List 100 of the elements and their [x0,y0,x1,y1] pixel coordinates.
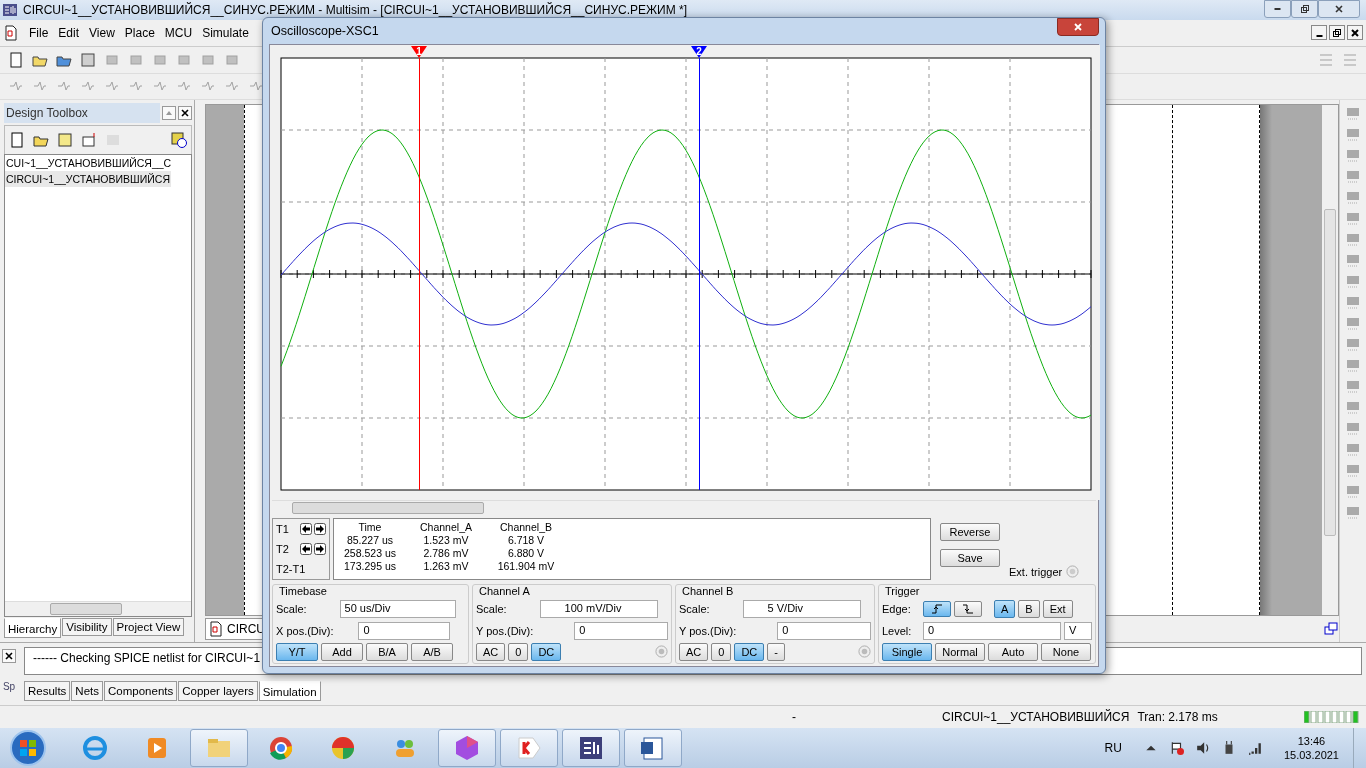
scale-field[interactable]: 5 V/Div [742,600,861,619]
menu-item[interactable]: Edit [58,25,80,40]
instrument-icon[interactable] [1345,484,1361,501]
panel-tab[interactable]: Results [24,680,71,701]
position-field[interactable]: 0 [777,621,871,640]
position-field[interactable]: 0 [574,621,668,640]
source-button[interactable]: A [994,600,1016,619]
taskbar-app-button[interactable] [438,729,496,767]
coupling-button[interactable]: 0 [508,643,529,661]
close-button[interactable] [1347,25,1363,41]
restore-button[interactable] [1291,0,1318,18]
falling-edge-button[interactable] [954,601,982,618]
flag-icon[interactable] [1169,741,1184,755]
instrument-icon[interactable] [1345,232,1361,249]
instrument-icon[interactable] [1345,169,1361,186]
coupling-button[interactable]: DC [531,643,562,661]
mode-button[interactable]: None [1041,643,1091,661]
mode-button[interactable]: B/A [366,643,408,661]
window-icon[interactable] [81,132,97,149]
instrument-icon[interactable] [1345,463,1361,480]
minimize-button[interactable] [1311,25,1327,41]
horizontal-scrollbar[interactable] [5,600,191,616]
tree-item[interactable]: CUI~1__УСТАНОВИВШИЙСЯ__С [5,155,173,172]
align-icon[interactable] [1342,51,1358,68]
close-button[interactable] [1057,18,1099,36]
horizontal-scrollbar[interactable] [272,500,1096,515]
left-arrow-button[interactable] [300,523,312,535]
rising-edge-button[interactable] [923,601,951,618]
scale-field[interactable]: 50 us/Div [339,600,456,619]
mode-button[interactable]: Y/T [276,643,318,661]
terminal-icon[interactable] [858,645,871,659]
right-arrow-button[interactable] [314,543,326,555]
instrument-icon[interactable] [1345,316,1361,333]
menu-item[interactable]: View [89,25,115,40]
start-button[interactable] [8,728,48,768]
instrument-icon[interactable] [1345,442,1361,459]
menu-item[interactable]: MCU [164,25,193,40]
mode-button[interactable]: Auto [988,643,1038,661]
close-button[interactable] [178,106,192,121]
taskbar-app-button[interactable] [500,729,558,767]
coupling-button[interactable]: AC [476,643,506,661]
instrument-icon[interactable] [1345,400,1361,417]
panel-tab[interactable]: Visibility [62,617,112,636]
clock-date[interactable]: 15.03.2021 [1283,748,1339,762]
window-icon[interactable] [1323,620,1339,637]
menu-item[interactable]: Simulate [202,25,249,40]
action-button[interactable]: Save [940,549,1000,567]
tree-item[interactable]: CIRCUI~1__УСТАНОВИВШИЙСЯ [5,171,171,188]
align-icon[interactable] [1318,51,1334,68]
instrument-icon[interactable] [1345,358,1361,375]
coupling-button[interactable]: - [767,643,785,661]
terminal-icon[interactable] [1066,565,1080,578]
level-field[interactable]: 0 [923,621,1061,640]
restore-button[interactable] [1329,25,1345,41]
source-button[interactable]: Ext [1042,600,1073,619]
mode-button[interactable]: Add [321,643,363,661]
panel-tab[interactable]: Project View [112,617,185,636]
save-icon[interactable] [57,132,73,149]
panel-tab[interactable]: Copper layers [178,680,258,701]
instrument-icon[interactable] [1345,253,1361,270]
panel-tab[interactable]: Nets [71,680,103,701]
panel-tab[interactable]: Components [104,680,178,701]
clock-time[interactable]: 13:46 [1297,734,1326,748]
scale-field[interactable]: 100 mV/Div [539,600,658,619]
menu-item[interactable]: Place [124,25,155,40]
instrument-icon[interactable] [1345,295,1361,312]
instrument-icon[interactable] [1345,106,1361,123]
panel-tab[interactable]: Hierarchy [4,617,62,638]
source-button[interactable]: B [1018,600,1040,619]
mode-button[interactable]: A/B [411,643,453,661]
left-arrow-button[interactable] [300,543,312,555]
instrument-icon[interactable] [1345,127,1361,144]
coupling-button[interactable]: AC [679,643,709,661]
instrument-icon[interactable] [1345,379,1361,396]
instrument-icon[interactable] [1345,211,1361,228]
new-file-icon[interactable] [8,51,24,68]
terminal-icon[interactable] [655,645,668,659]
language-indicator[interactable]: RU [1104,741,1122,755]
speaker-icon[interactable] [1195,741,1210,755]
position-field[interactable]: 0 [358,621,451,640]
unit-field[interactable]: V [1064,621,1092,640]
instrument-icon[interactable] [1345,148,1361,165]
right-arrow-button[interactable] [314,523,326,535]
instrument-icon[interactable] [1345,337,1361,354]
new-file-icon[interactable] [9,132,25,149]
menu-item[interactable]: File [29,25,49,40]
action-button[interactable]: Reverse [940,523,1000,541]
coupling-button[interactable]: DC [734,643,765,661]
clock-icon[interactable] [171,132,187,149]
instrument-icon[interactable] [1345,190,1361,207]
signal-icon[interactable] [1247,741,1262,755]
taskbar-app-button[interactable] [562,729,620,767]
save-icon[interactable] [80,51,96,68]
instrument-icon[interactable] [1345,421,1361,438]
mode-button[interactable]: Single [882,643,932,661]
panel-tab[interactable]: Simulation [258,680,321,701]
mode-button[interactable]: Normal [935,643,985,661]
instrument-icon[interactable] [1345,505,1361,522]
coupling-button[interactable]: 0 [711,643,732,661]
taskbar-app-button[interactable] [624,729,682,767]
